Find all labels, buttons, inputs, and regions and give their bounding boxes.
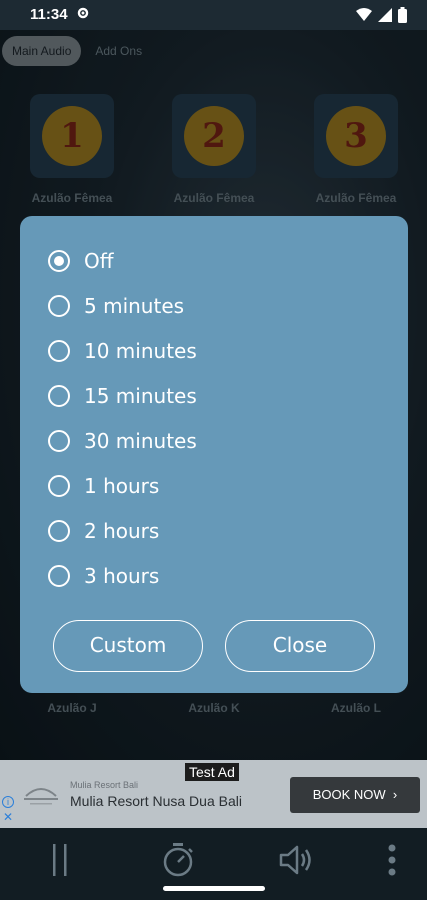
- radio-button[interactable]: [48, 385, 70, 407]
- timer-option-30-minutes[interactable]: 30 minutes: [48, 426, 197, 456]
- chevron-right-icon: ›: [389, 787, 398, 802]
- more-vert-icon[interactable]: [372, 840, 412, 880]
- settings-icon: [77, 7, 89, 19]
- timer-option-10-minutes[interactable]: 10 minutes: [48, 336, 197, 366]
- radio-button[interactable]: [48, 250, 70, 272]
- option-label: 15 minutes: [84, 384, 197, 408]
- status-time: 11:34: [30, 6, 68, 23]
- option-label: 10 minutes: [84, 339, 197, 363]
- timer-option-15-minutes[interactable]: 15 minutes: [48, 381, 197, 411]
- option-label: 1 hours: [84, 474, 160, 498]
- option-label: 5 minutes: [84, 294, 185, 318]
- ad-advertiser: Mulia Resort Bali: [70, 780, 139, 790]
- ad-tag: Test Ad: [185, 763, 239, 781]
- radio-button[interactable]: [48, 430, 70, 452]
- battery-icon: [398, 7, 407, 23]
- ad-info-icon[interactable]: i: [2, 796, 14, 808]
- home-indicator[interactable]: [163, 886, 265, 891]
- advertiser-logo: [24, 788, 58, 805]
- app-screen: 11:34 Main Audio Add Ons 1 2 3 Azulão Fê…: [0, 0, 427, 900]
- status-icons: [356, 7, 407, 23]
- radio-button[interactable]: [48, 520, 70, 542]
- option-label: Off: [84, 249, 114, 273]
- option-label: 3 hours: [84, 564, 160, 588]
- timer-option-2-hours[interactable]: 2 hours: [48, 516, 159, 546]
- custom-button[interactable]: Custom: [53, 620, 203, 672]
- book-now-button[interactable]: BOOK NOW ›: [290, 777, 420, 813]
- wifi-icon: [356, 8, 372, 21]
- cta-label: BOOK NOW: [312, 787, 386, 802]
- timer-option-off[interactable]: Off: [48, 246, 114, 276]
- status-bar: 11:34: [0, 0, 427, 30]
- option-label: 30 minutes: [84, 429, 197, 453]
- signal-icon: [378, 8, 392, 22]
- radio-button[interactable]: [48, 475, 70, 497]
- close-button[interactable]: Close: [225, 620, 375, 672]
- sleep-timer-dialog: Off 5 minutes 10 minutes 15 minutes 30 m…: [20, 216, 408, 693]
- radio-button[interactable]: [48, 565, 70, 587]
- timer-option-1-hours[interactable]: 1 hours: [48, 471, 159, 501]
- ad-title[interactable]: Mulia Resort Nusa Dua Bali: [70, 793, 242, 809]
- radio-button[interactable]: [48, 295, 70, 317]
- timer-option-3-hours[interactable]: 3 hours: [48, 561, 159, 591]
- radio-button[interactable]: [48, 340, 70, 362]
- timer-icon[interactable]: [158, 840, 198, 880]
- ad-close-icon[interactable]: ✕: [3, 810, 13, 824]
- volume-icon[interactable]: [276, 840, 316, 880]
- timer-option-5-minutes[interactable]: 5 minutes: [48, 291, 184, 321]
- ad-banner[interactable]: Test Ad Mulia Resort Bali Mulia Resort N…: [0, 760, 427, 828]
- pause-icon[interactable]: [40, 840, 80, 880]
- option-label: 2 hours: [84, 519, 160, 543]
